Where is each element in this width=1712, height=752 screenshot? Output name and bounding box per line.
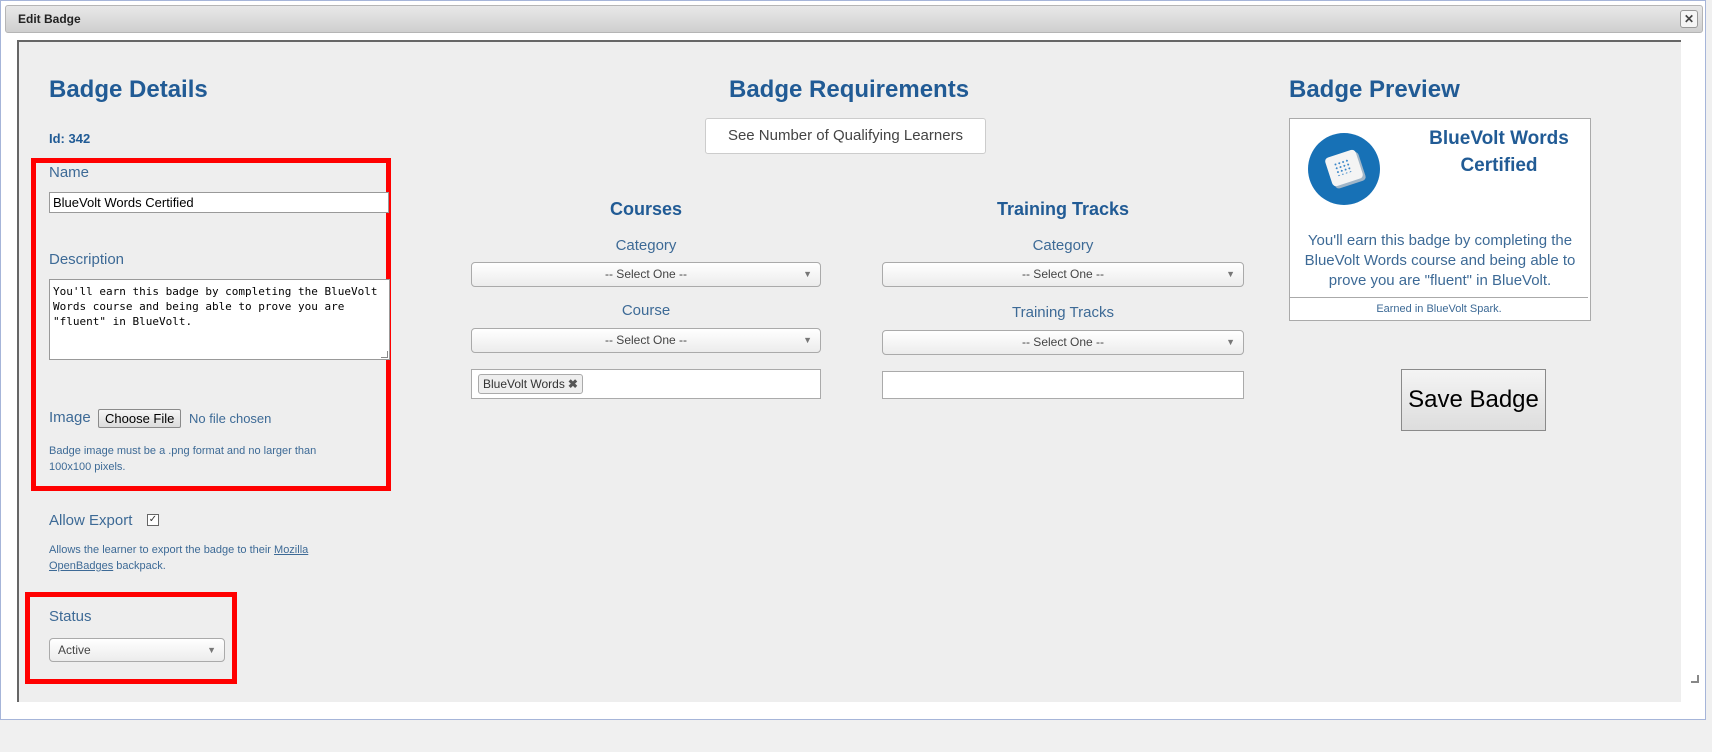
track-category-label: Category: [1032, 237, 1094, 254]
badge-id: Id: 342: [49, 131, 91, 146]
course-tag-label: BlueVolt Words: [483, 377, 565, 391]
allow-export-label: Allow Export: [49, 512, 133, 529]
allow-export-checkbox[interactable]: ✓: [147, 514, 159, 526]
dropdown-arrow-icon: ▼: [803, 269, 812, 279]
badge-requirements-heading: Badge Requirements: [729, 76, 970, 103]
course-select[interactable]: -- Select One -- ▼: [471, 328, 821, 353]
badge-image-icon: [1308, 133, 1380, 205]
export-hint-suffix: backpack.: [113, 560, 166, 572]
export-hint: Allows the learner to export the badge t…: [49, 542, 349, 574]
save-badge-button[interactable]: Save Badge: [1401, 369, 1546, 431]
badge-preview-card: BlueVolt Words Certified You'll earn thi…: [1289, 118, 1591, 321]
description-textarea[interactable]: You'll earn this badge by completing the…: [49, 279, 390, 360]
badge-details-heading: Badge Details: [49, 76, 208, 103]
image-label: Image: [49, 409, 91, 426]
image-hint: Badge image must be a .png format and no…: [49, 445, 317, 473]
selected-tracks-box[interactable]: [882, 371, 1244, 399]
courses-heading: Courses: [609, 199, 683, 219]
description-label: Description: [49, 251, 125, 268]
preview-description: You'll earn this badge by completing the…: [1304, 232, 1576, 289]
see-qualifying-learners-button[interactable]: See Number of Qualifying Learners: [705, 118, 986, 154]
close-icon[interactable]: ✕: [1680, 10, 1698, 28]
resize-handle[interactable]: [381, 351, 388, 358]
choose-file-button[interactable]: Choose File: [98, 409, 182, 428]
preview-title: BlueVolt Words Certified: [1429, 128, 1569, 176]
dialog-content: Badge Details Id: 342 Name BlueVolt Word…: [17, 40, 1681, 702]
name-input[interactable]: BlueVolt Words Certified: [49, 192, 389, 213]
course-tag: BlueVolt Words ✖: [478, 374, 583, 394]
status-value: Active: [58, 643, 91, 657]
course-category-select[interactable]: -- Select One -- ▼: [471, 262, 821, 287]
training-tracks-value: -- Select One --: [1021, 335, 1105, 349]
window-resize-grip[interactable]: [1691, 675, 1699, 683]
dropdown-arrow-icon: ▼: [207, 645, 216, 655]
no-file-chosen-text: No file chosen: [189, 411, 272, 426]
edit-badge-dialog: Edit Badge ✕ Badge Details Id: 342 Name …: [0, 0, 1706, 720]
training-tracks-label: Training Tracks: [1012, 304, 1114, 321]
dropdown-arrow-icon: ▼: [1226, 269, 1235, 279]
dialog-titlebar: Edit Badge ✕: [5, 5, 1703, 33]
name-label: Name: [49, 164, 90, 181]
training-tracks-select[interactable]: -- Select One -- ▼: [882, 330, 1244, 355]
course-category-value: -- Select One --: [604, 267, 688, 281]
course-category-label: Category: [615, 237, 677, 254]
course-label: Course: [621, 302, 671, 319]
selected-courses-box[interactable]: BlueVolt Words ✖: [471, 369, 821, 399]
preview-footer: Earned in BlueVolt Spark.: [1290, 297, 1588, 319]
dropdown-arrow-icon: ▼: [803, 335, 812, 345]
dialog-title: Edit Badge: [18, 12, 81, 26]
status-select[interactable]: Active ▼: [49, 638, 225, 662]
track-category-select[interactable]: -- Select One -- ▼: [882, 262, 1244, 287]
course-value: -- Select One --: [604, 333, 688, 347]
training-tracks-heading: Training Tracks: [996, 199, 1130, 219]
status-label: Status: [49, 608, 92, 625]
badge-preview-heading: Badge Preview: [1289, 76, 1460, 103]
remove-tag-icon[interactable]: ✖: [568, 377, 578, 391]
dropdown-arrow-icon: ▼: [1226, 337, 1235, 347]
export-hint-prefix: Allows the learner to export the badge t…: [49, 544, 275, 556]
track-category-value: -- Select One --: [1021, 267, 1105, 281]
description-text: You'll earn this badge by completing the…: [53, 285, 385, 328]
